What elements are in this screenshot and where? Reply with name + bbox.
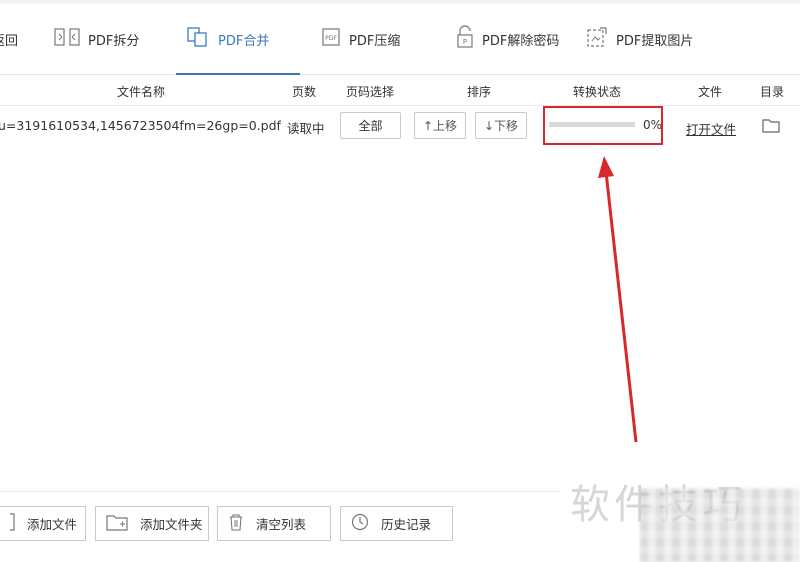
col-pages: 页数 — [292, 85, 317, 99]
col-sort: 排序 — [467, 85, 492, 99]
file-name: u=3191610534,1456723504fm=26gp=0.pdf — [0, 118, 281, 133]
history-button[interactable]: 历史记录 — [340, 506, 453, 541]
move-down-button[interactable]: ↓下移 — [475, 112, 527, 139]
folder-add-icon — [96, 513, 140, 534]
col-directory: 目录 — [760, 85, 785, 99]
tool-label: PDF提取图片 — [616, 33, 694, 49]
page-select-button[interactable]: 全部 — [340, 112, 401, 139]
clock-icon — [341, 513, 381, 534]
tool-label: PDF解除密码 — [482, 33, 560, 49]
table-header: 文件名称 页数 页码选择 排序 转换状态 文件 目录 — [0, 75, 800, 106]
back-label: 返回 — [0, 33, 19, 49]
svg-text:PDF: PDF — [325, 35, 337, 42]
unlock-icon: P — [456, 25, 482, 53]
add-file-label: 添加文件 — [27, 517, 78, 532]
tool-pdf-merge[interactable]: PDF合并 — [176, 4, 300, 75]
tool-label: PDF合并 — [218, 33, 270, 49]
col-page-select: 页码选择 — [346, 85, 395, 99]
add-folder-button[interactable]: 添加文件夹 — [95, 506, 209, 541]
toolbar: 返回 PDF拆分 PDF合并 PDF PDF压缩 P PDF解除密码 PDF提取… — [0, 4, 800, 75]
tool-label: PDF压缩 — [349, 33, 401, 49]
add-file-button[interactable]: 添加文件 — [0, 506, 86, 541]
watermark-mosaic — [640, 488, 800, 562]
page-count: 读取中 — [287, 121, 325, 136]
open-file-link[interactable]: 打开文件 — [686, 119, 736, 138]
svg-text:P: P — [463, 38, 467, 46]
col-status: 转换状态 — [573, 85, 622, 99]
back-button[interactable]: 返回 — [0, 4, 18, 74]
col-file: 文件 — [698, 85, 723, 99]
tool-pdf-split[interactable]: PDF拆分 — [54, 4, 139, 74]
extract-image-icon — [586, 26, 616, 52]
merge-icon — [186, 26, 218, 52]
clear-list-button[interactable]: 清空列表 — [217, 506, 331, 541]
split-icon — [54, 27, 88, 51]
tool-pdf-compress[interactable]: PDF PDF压缩 — [321, 4, 400, 74]
tool-pdf-unlock[interactable]: P PDF解除密码 — [456, 4, 559, 74]
tool-label: PDF拆分 — [88, 33, 140, 49]
bottom-divider — [0, 491, 560, 492]
annotation-arrow — [598, 156, 638, 443]
file-icon — [0, 513, 27, 534]
col-filename: 文件名称 — [117, 85, 166, 99]
compress-icon: PDF — [321, 27, 349, 51]
highlight-box — [543, 106, 663, 145]
tool-pdf-extract-images[interactable]: PDF提取图片 — [586, 4, 693, 74]
history-label: 历史记录 — [381, 517, 432, 532]
folder-icon[interactable] — [762, 117, 780, 137]
add-folder-label: 添加文件夹 — [140, 517, 203, 532]
move-up-button[interactable]: ↑上移 — [414, 112, 466, 139]
watermark: 软件技巧 — [570, 470, 800, 562]
clear-list-label: 清空列表 — [256, 517, 307, 532]
trash-icon — [218, 513, 256, 534]
